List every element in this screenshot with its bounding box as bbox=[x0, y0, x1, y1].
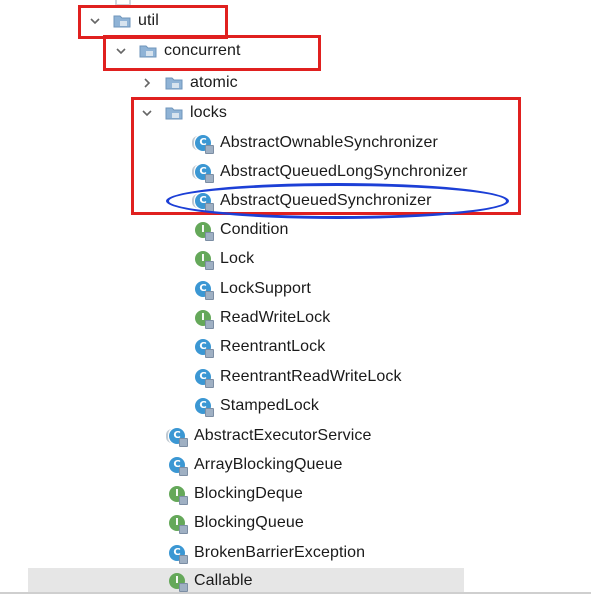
tree-node-class[interactable]: C LockSupport bbox=[194, 276, 311, 302]
tree-node-label: AbstractOwnableSynchronizer bbox=[220, 134, 438, 151]
folder-icon bbox=[164, 73, 184, 93]
lock-icon bbox=[179, 438, 188, 447]
lock-icon bbox=[205, 320, 214, 329]
tree-node-concurrent[interactable]: concurrent bbox=[114, 38, 241, 64]
lock-icon bbox=[179, 555, 188, 564]
tree-node-util[interactable]: util bbox=[88, 8, 159, 34]
folder-icon bbox=[112, 11, 132, 31]
tree-node-label: LockSupport bbox=[220, 280, 311, 297]
tree-node-interface[interactable]: I Lock bbox=[194, 246, 254, 272]
chevron-down-icon[interactable] bbox=[88, 14, 102, 28]
tree-node-class[interactable]: C BrokenBarrierException bbox=[168, 540, 365, 566]
lock-icon bbox=[205, 174, 214, 183]
tree-node-class[interactable]: C ReentrantReadWriteLock bbox=[194, 364, 402, 390]
tree-node-label: ArrayBlockingQueue bbox=[194, 456, 343, 473]
tree-node-class[interactable]: C AbstractQueuedLongSynchronizer bbox=[192, 159, 468, 185]
tree-node-class[interactable]: C AbstractQueuedSynchronizer bbox=[192, 188, 432, 214]
project-tree: util concurrent atomic locks C AbstractO… bbox=[0, 0, 591, 600]
tree-node-label: ReentrantLock bbox=[220, 338, 326, 355]
abstract-class-icon: C bbox=[192, 162, 214, 183]
interface-icon: I bbox=[168, 484, 188, 505]
lock-icon bbox=[205, 203, 214, 212]
tree-node-label: concurrent bbox=[164, 42, 241, 59]
tree-node-label: Condition bbox=[220, 221, 289, 238]
interface-icon: I bbox=[194, 249, 214, 270]
tree-node-label: AbstractQueuedSynchronizer bbox=[220, 192, 432, 209]
lock-icon bbox=[205, 379, 214, 388]
tree-node-interface[interactable]: I BlockingQueue bbox=[168, 510, 304, 536]
interface-icon: I bbox=[194, 308, 214, 329]
chevron-right-icon[interactable] bbox=[140, 76, 154, 90]
chevron-down-icon[interactable] bbox=[114, 44, 128, 58]
tree-node-label: Lock bbox=[220, 250, 255, 267]
interface-icon: I bbox=[168, 513, 188, 534]
lock-icon bbox=[179, 496, 188, 505]
abstract-class-icon: C bbox=[192, 191, 214, 212]
tree-node-atomic[interactable]: atomic bbox=[140, 70, 238, 96]
parent-folder-fragment bbox=[115, 0, 131, 6]
tree-node-class[interactable]: C AbstractExecutorService bbox=[166, 423, 372, 449]
tree-node-label: locks bbox=[190, 104, 227, 121]
tree-node-label: ReentrantReadWriteLock bbox=[220, 368, 402, 385]
tree-node-interface[interactable]: I Condition bbox=[194, 217, 289, 243]
class-icon: C bbox=[194, 396, 214, 417]
tree-node-label: BrokenBarrierException bbox=[194, 544, 366, 561]
tree-node-label: ReadWriteLock bbox=[220, 309, 331, 326]
class-icon: C bbox=[194, 279, 214, 300]
tree-node-label: atomic bbox=[190, 74, 238, 91]
tree-node-label: AbstractExecutorService bbox=[194, 427, 372, 444]
chevron-down-icon[interactable] bbox=[140, 106, 154, 120]
tree-node-label: AbstractQueuedLongSynchronizer bbox=[220, 163, 468, 180]
interface-icon: I bbox=[168, 571, 188, 592]
tree-node-class[interactable]: C StampedLock bbox=[194, 393, 319, 419]
lock-icon bbox=[205, 145, 214, 154]
lock-icon bbox=[179, 525, 188, 534]
lock-icon bbox=[179, 467, 188, 476]
tree-node-interface-selected[interactable]: I Callable bbox=[28, 568, 464, 594]
lock-icon bbox=[205, 349, 214, 358]
tree-node-label: StampedLock bbox=[220, 397, 319, 414]
class-icon: C bbox=[194, 337, 214, 358]
tree-node-class[interactable]: C AbstractOwnableSynchronizer bbox=[192, 130, 438, 156]
tree-node-interface[interactable]: I BlockingDeque bbox=[168, 481, 303, 507]
lock-icon bbox=[205, 291, 214, 300]
tree-node-locks[interactable]: locks bbox=[140, 100, 227, 126]
folder-icon bbox=[164, 103, 184, 123]
class-icon: C bbox=[194, 367, 214, 388]
tree-node-class[interactable]: C ReentrantLock bbox=[194, 334, 325, 360]
tree-node-label: BlockingDeque bbox=[194, 485, 303, 502]
lock-icon bbox=[179, 583, 188, 592]
tree-node-label: Callable bbox=[194, 572, 253, 589]
tree-node-class[interactable]: C ArrayBlockingQueue bbox=[168, 452, 343, 478]
interface-icon: I bbox=[194, 220, 214, 241]
lock-icon bbox=[205, 261, 214, 270]
tree-node-label: BlockingQueue bbox=[194, 514, 304, 531]
class-icon: C bbox=[168, 543, 188, 564]
folder-icon bbox=[138, 41, 158, 61]
lock-icon bbox=[205, 408, 214, 417]
panel-bottom-border bbox=[0, 592, 591, 594]
abstract-class-icon: C bbox=[166, 426, 188, 447]
abstract-class-icon: C bbox=[192, 133, 214, 154]
class-icon: C bbox=[168, 455, 188, 476]
tree-node-interface[interactable]: I ReadWriteLock bbox=[194, 305, 330, 331]
lock-icon bbox=[205, 232, 214, 241]
tree-node-label: util bbox=[138, 12, 159, 29]
